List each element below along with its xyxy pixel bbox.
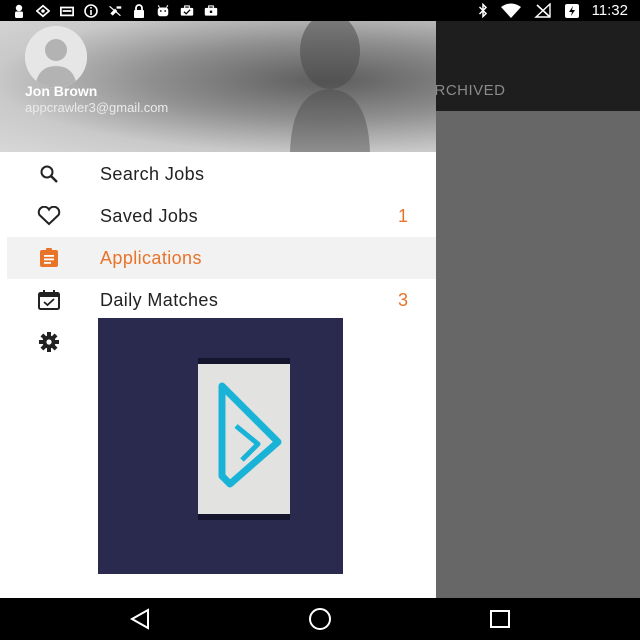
menu-item-label: Saved Jobs bbox=[100, 205, 199, 226]
menu-item-count: 3 bbox=[397, 289, 408, 310]
battery-charging-icon bbox=[564, 3, 580, 19]
lock-icon bbox=[132, 3, 146, 18]
no-satellite-icon bbox=[108, 4, 122, 18]
clipboard-icon bbox=[35, 248, 63, 268]
search-icon bbox=[35, 164, 63, 184]
navigation-drawer: Jon Brown appcrawler3@gmail.com Search J… bbox=[0, 21, 436, 598]
person-avatar-icon bbox=[25, 26, 87, 88]
briefcase-icon bbox=[204, 4, 218, 18]
briefcase-check-icon bbox=[180, 4, 194, 18]
android-icon bbox=[156, 4, 170, 18]
no-signal-icon bbox=[533, 3, 552, 18]
gear-icon bbox=[35, 332, 63, 352]
promo-image[interactable] bbox=[98, 318, 343, 574]
app-logo-icon bbox=[218, 382, 282, 488]
recents-icon[interactable] bbox=[486, 606, 514, 632]
menu-item-search-jobs[interactable]: Search Jobs bbox=[0, 153, 436, 195]
menu-item-label: Applications bbox=[100, 247, 202, 268]
calendar-check-icon bbox=[35, 290, 63, 310]
menu-item-label: Search Jobs bbox=[100, 163, 205, 184]
promo-logo-card bbox=[198, 358, 290, 520]
storage-icon bbox=[60, 4, 74, 18]
wifi-icon bbox=[500, 3, 522, 18]
heart-icon bbox=[35, 206, 63, 226]
avatar[interactable] bbox=[25, 26, 87, 88]
tab-archived[interactable]: ARCHIVED bbox=[424, 82, 506, 99]
system-nav-bar bbox=[0, 598, 640, 640]
back-icon[interactable] bbox=[126, 606, 154, 632]
eye-icon bbox=[36, 4, 50, 18]
info-icon bbox=[84, 3, 98, 18]
status-time: 11:32 bbox=[591, 2, 628, 19]
home-icon[interactable] bbox=[306, 606, 334, 632]
menu-item-label: Daily Matches bbox=[100, 289, 219, 310]
menu-item-daily-matches[interactable]: Daily Matches 3 bbox=[0, 279, 436, 321]
menu-item-applications[interactable]: Applications bbox=[7, 237, 436, 279]
menu-item-saved-jobs[interactable]: Saved Jobs 1 bbox=[0, 195, 436, 237]
user-email: appcrawler3@gmail.com bbox=[25, 100, 169, 115]
drawer-header: Jon Brown appcrawler3@gmail.com bbox=[0, 21, 436, 152]
status-bar: 11:32 bbox=[0, 0, 640, 21]
bluetooth-icon bbox=[478, 3, 488, 18]
user-name: Jon Brown bbox=[25, 83, 98, 99]
header-background-image bbox=[290, 21, 370, 152]
person-icon bbox=[12, 4, 26, 18]
menu-item-count: 1 bbox=[397, 205, 408, 226]
